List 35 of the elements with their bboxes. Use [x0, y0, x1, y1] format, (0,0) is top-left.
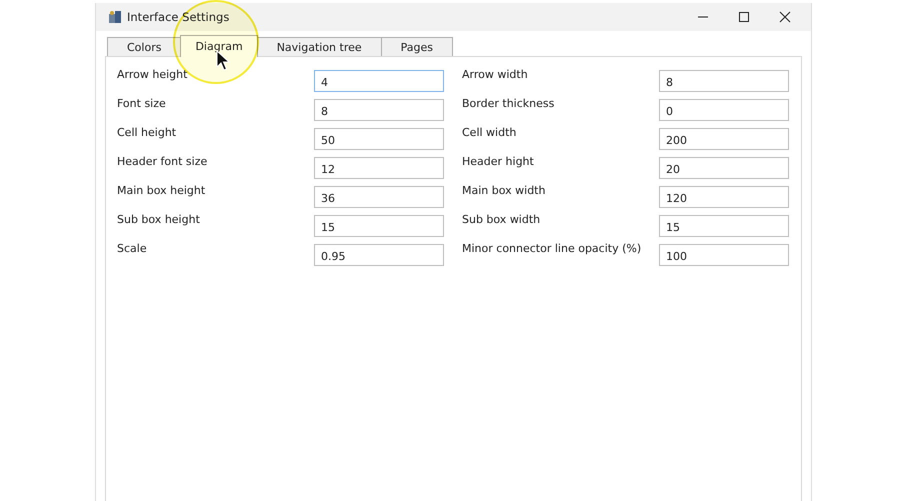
tab[interactable]: Pages	[380, 37, 454, 56]
field-label: Minor connector line opacity (%)	[461, 242, 642, 256]
field-label: Font size	[117, 97, 167, 111]
input-field[interactable]: 15	[659, 215, 789, 237]
input-field[interactable]: 100	[659, 244, 789, 266]
field-label: Cell width	[461, 126, 518, 140]
close-icon[interactable]	[779, 11, 791, 23]
field-label: Header font size	[117, 155, 208, 169]
field-label: Main box height	[117, 184, 206, 198]
field-label: Header hight	[461, 155, 535, 169]
input-field[interactable]: 200	[659, 128, 789, 150]
field-label: Scale	[117, 242, 148, 256]
tab[interactable]: Navigation tree	[256, 37, 382, 56]
input-field[interactable]: 8	[659, 70, 789, 92]
input-field[interactable]: 15	[314, 215, 444, 237]
field-label: Sub box height	[117, 213, 201, 227]
tab[interactable]: Colors	[107, 37, 182, 56]
field-label: Border thickness	[461, 97, 556, 111]
input-field[interactable]: 20	[659, 157, 789, 179]
field-label: Cell height	[117, 126, 178, 140]
input-field[interactable]: 0	[659, 99, 789, 121]
maximize-icon[interactable]	[738, 11, 750, 23]
input-field[interactable]: 50	[314, 128, 444, 150]
input-field[interactable]: 12	[314, 157, 444, 179]
input-field[interactable]: 120	[659, 186, 789, 208]
app-icon	[108, 10, 122, 24]
field-label: Arrow height	[117, 68, 188, 82]
field-label: Arrow width	[461, 68, 529, 82]
field-label: Main box width	[461, 184, 546, 198]
input-field[interactable]: 4	[314, 70, 444, 92]
input-field[interactable]: 0.95	[314, 244, 444, 266]
input-field[interactable]: 8	[314, 99, 444, 121]
input-field[interactable]: 36	[314, 186, 444, 208]
window-title: Interface Settings	[127, 10, 230, 24]
field-label: Sub box width	[461, 213, 542, 227]
